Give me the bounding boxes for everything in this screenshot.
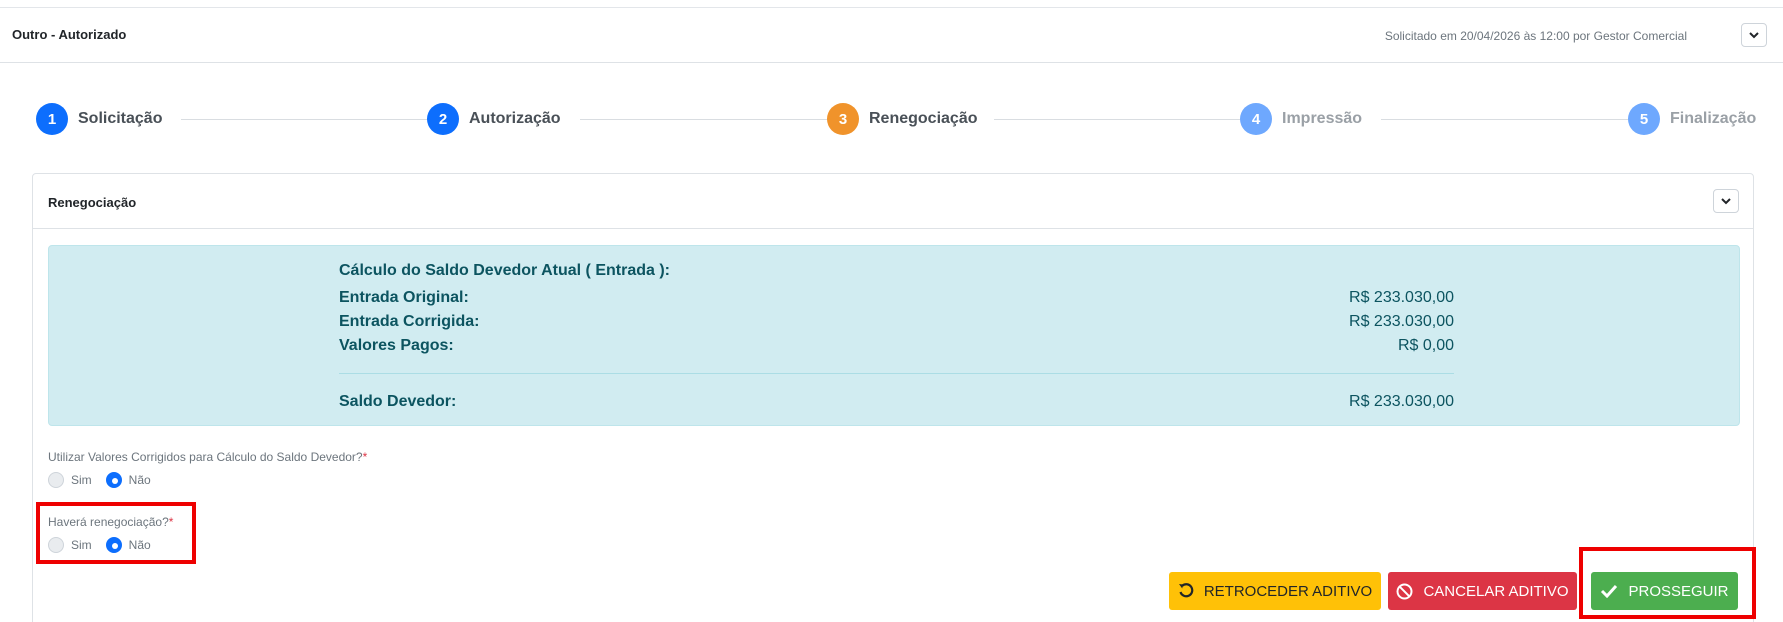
radio-sim[interactable] [48, 472, 64, 488]
row-saldo-devedor: Saldo Devedor: R$ 233.030,00 [339, 393, 1454, 415]
step-connector [580, 119, 840, 120]
radio-label: Sim [71, 473, 92, 487]
step-connector [994, 119, 1252, 120]
step-label: Solicitação [78, 110, 163, 127]
retroceder-label: RETROCEDER ADITIVO [1203, 582, 1373, 600]
step-number: 2 [427, 103, 459, 135]
request-info: Solicitado em 20/04/2026 às 12:00 por Ge… [1384, 29, 1687, 43]
card-header: Renegociação [33, 174, 1753, 229]
valores-pagos-label: Valores Pagos: [339, 337, 454, 354]
chevron-down-icon [1721, 198, 1731, 205]
entrada-corrigida-label: Entrada Corrigida: [339, 313, 480, 330]
check-icon [1600, 584, 1618, 598]
row-entrada-corrigida: Entrada Corrigida: R$ 233.030,00 [339, 313, 1454, 335]
step-autorizacao[interactable]: 2 Autorização [427, 102, 561, 136]
step-impressao[interactable]: 4 Impressão [1240, 102, 1362, 136]
step-renegociacao[interactable]: 3 Renegociação [827, 102, 977, 136]
cancelar-label: CANCELAR ADITIVO [1423, 582, 1569, 600]
step-number: 3 [827, 103, 859, 135]
card-title: Renegociação [48, 195, 137, 210]
highlight-box-renegociacao [36, 502, 196, 564]
step-connector [1381, 119, 1641, 120]
top-strip [0, 0, 1783, 8]
valores-corrigidos-sim[interactable]: Sim [48, 472, 92, 488]
step-solicitacao[interactable]: 1 Solicitação [36, 102, 162, 136]
step-label: Renegociação [869, 110, 978, 127]
saldo-devedor-summary: Cálculo do Saldo Devedor Atual ( Entrada… [48, 245, 1740, 426]
undo-icon [1178, 583, 1194, 599]
step-connector [181, 119, 439, 120]
valores-corrigidos-nao[interactable]: Não [105, 472, 151, 488]
stepper: 1 Solicitação 2 Autorização 3 Renegociaç… [36, 102, 1756, 136]
valores-corrigidos-radio-group: Sim Não [48, 472, 367, 488]
header-collapse-button[interactable] [1741, 23, 1767, 47]
cancelar-aditivo-button[interactable]: CANCELAR ADITIVO [1388, 572, 1577, 610]
step-number: 5 [1628, 103, 1660, 135]
step-label: Finalização [1670, 110, 1757, 127]
entrada-original-label: Entrada Original: [339, 289, 469, 306]
step-label: Impressão [1282, 110, 1363, 127]
radio-nao-selected[interactable] [105, 472, 122, 488]
entrada-corrigida-value: R$ 233.030,00 [1349, 313, 1454, 330]
prosseguir-label: PROSSEGUIR [1628, 582, 1729, 600]
aditivo-title: Outro - Autorizado [12, 27, 127, 42]
saldo-devedor-value: R$ 233.030,00 [1349, 393, 1454, 410]
step-finalizacao[interactable]: 5 Finalização [1628, 102, 1756, 136]
valores-corrigidos-question: Utilizar Valores Corrigidos para Cálculo… [48, 450, 363, 464]
valores-pagos-value: R$ 0,00 [1397, 337, 1454, 354]
radio-label: Não [128, 473, 151, 487]
summary-divider [339, 373, 1454, 374]
aditivo-header: Outro - Autorizado Solicitado em 20/04/2… [0, 8, 1783, 63]
required-mark: * [362, 450, 368, 464]
renegociacao-card: Renegociação Cálculo do Saldo Devedor At… [32, 173, 1754, 622]
row-valores-pagos: Valores Pagos: R$ 0,00 [339, 337, 1454, 359]
row-entrada-original: Entrada Original: R$ 233.030,00 [339, 289, 1454, 311]
summary-heading: Cálculo do Saldo Devedor Atual ( Entrada… [339, 262, 670, 279]
page: Outro - Autorizado Solicitado em 20/04/2… [0, 0, 1783, 622]
chevron-down-icon [1749, 32, 1759, 39]
card-collapse-button[interactable] [1713, 189, 1739, 213]
retroceder-aditivo-button[interactable]: RETROCEDER ADITIVO [1169, 572, 1381, 610]
ban-icon [1396, 583, 1413, 600]
step-number: 4 [1240, 103, 1272, 135]
saldo-devedor-label: Saldo Devedor: [339, 393, 457, 410]
field-valores-corrigidos: Utilizar Valores Corrigidos para Cálculo… [48, 450, 367, 488]
entrada-original-value: R$ 233.030,00 [1349, 289, 1454, 306]
step-number: 1 [36, 103, 68, 135]
prosseguir-button[interactable]: PROSSEGUIR [1591, 572, 1738, 610]
step-label: Autorização [469, 110, 561, 127]
